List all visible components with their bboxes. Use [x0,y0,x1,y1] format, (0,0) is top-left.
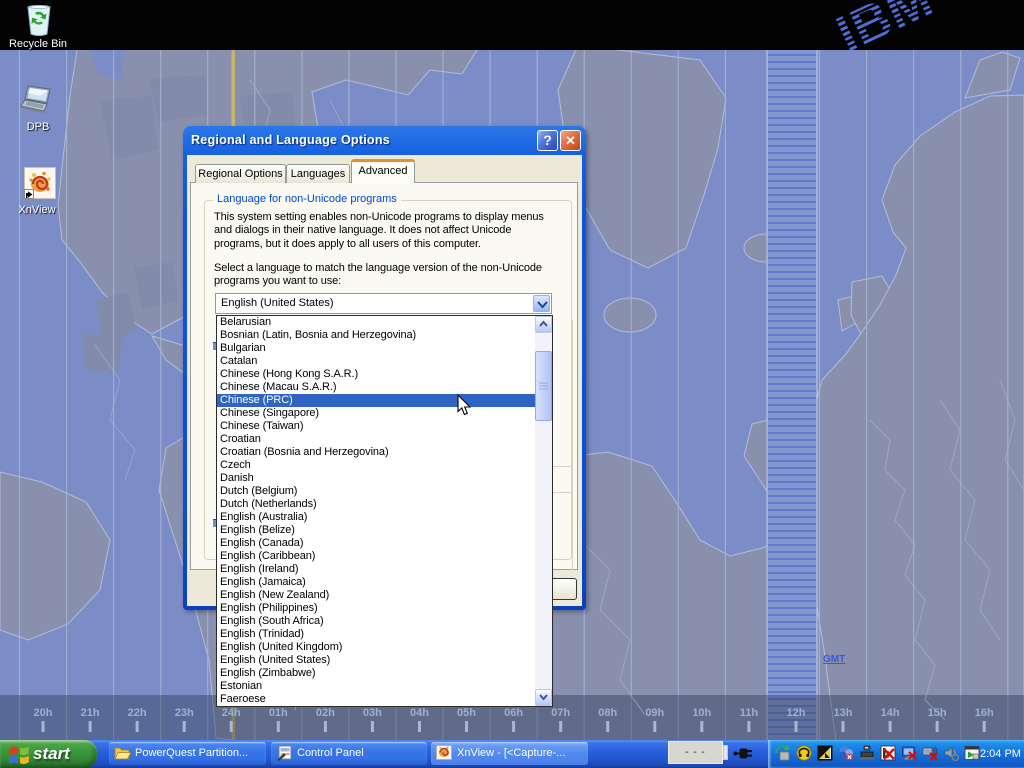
svg-text:01h: 01h [269,707,288,719]
svg-text:07h: 07h [551,707,570,719]
svg-text:22h: 22h [128,707,147,719]
svg-text:12h: 12h [787,707,806,719]
svg-text:14h: 14h [881,707,900,719]
svg-text:08h: 08h [598,707,617,719]
svg-text:GMT: GMT [823,654,845,665]
svg-text:24h: 24h [222,707,241,719]
svg-text:21h: 21h [81,707,100,719]
svg-text:05h: 05h [457,707,476,719]
svg-text:20h: 20h [34,707,53,719]
svg-text:23h: 23h [175,707,194,719]
svg-text:16h: 16h [975,707,994,719]
svg-text:13h: 13h [834,707,853,719]
svg-text:10h: 10h [692,707,711,719]
svg-text:09h: 09h [645,707,664,719]
svg-text:15h: 15h [928,707,947,719]
svg-text:03h: 03h [363,707,382,719]
svg-text:04h: 04h [410,707,429,719]
svg-text:11h: 11h [740,707,759,719]
svg-text:06h: 06h [504,707,523,719]
svg-text:02h: 02h [316,707,335,719]
